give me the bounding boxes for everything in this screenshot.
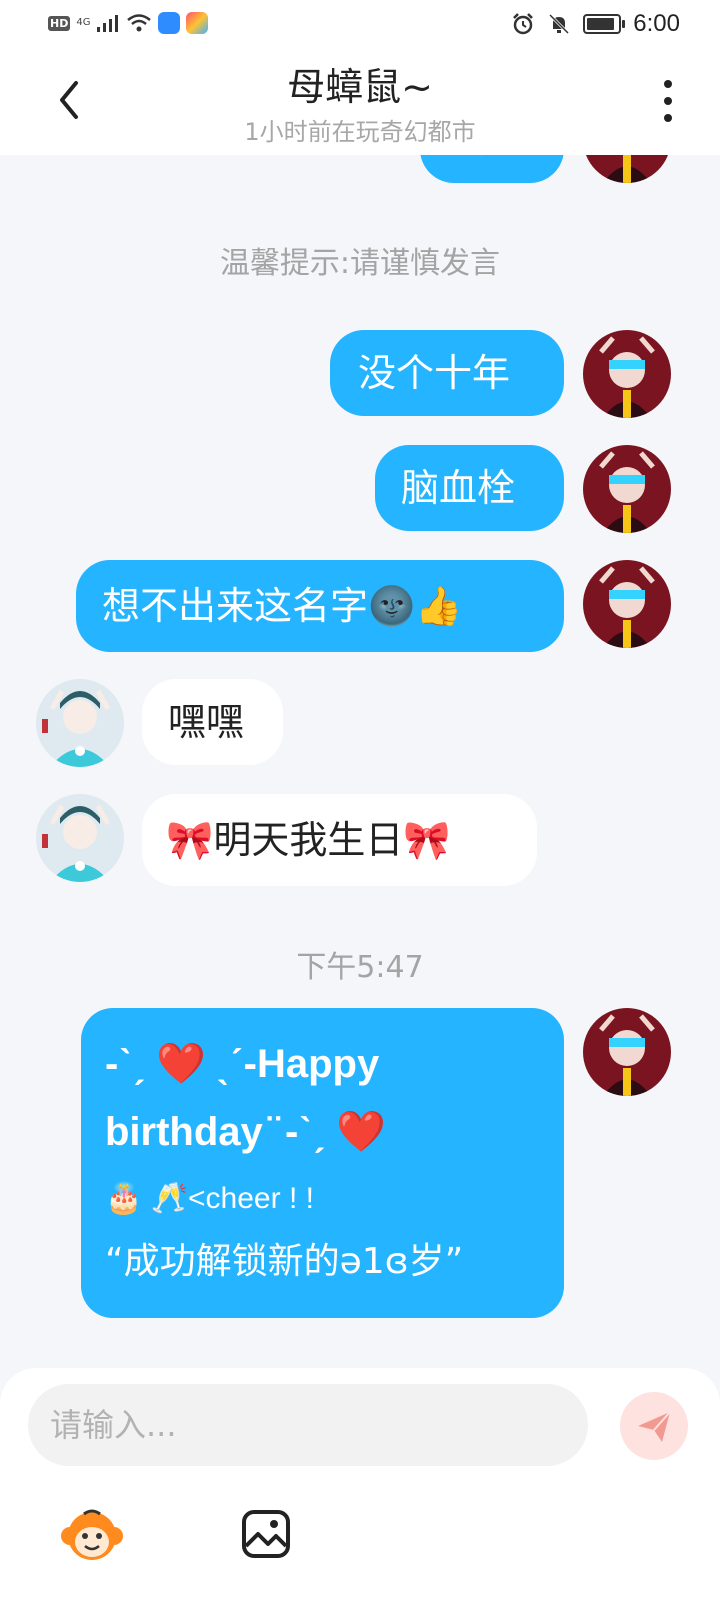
more-dot (664, 114, 672, 122)
my-avatar[interactable] (583, 445, 671, 533)
my-avatar[interactable] (583, 560, 671, 648)
message-bubble-incoming[interactable]: 🎀明天我生日🎀 (142, 794, 537, 886)
birthday-line-3: 🎂 🥂<cheer ! ! (105, 1182, 314, 1215)
avatar-image (36, 794, 124, 882)
my-avatar[interactable] (583, 1008, 671, 1096)
system-notice: 温馨提示:请谨慎发言 (219, 246, 501, 281)
message-bubble-outgoing[interactable]: 脑血栓 (375, 445, 564, 531)
image-button[interactable] (240, 1508, 296, 1564)
contact-avatar[interactable] (36, 794, 124, 882)
contact-avatar[interactable] (36, 679, 124, 767)
battery-icon (583, 14, 626, 34)
hd-indicator: HD (48, 15, 71, 31)
message-bubble-outgoing[interactable]: 没个十年 (330, 330, 564, 416)
avatar-image (583, 155, 671, 183)
message-bubble-partial[interactable]: 笑死 (420, 155, 564, 183)
status-right: 6:00 (511, 10, 680, 38)
image-icon (242, 1510, 290, 1558)
birthday-line-4: “成功解锁新的ə1ɞ岁” (105, 1241, 464, 1282)
network-type: 4G (76, 17, 91, 28)
birthday-line-1: -ˋˏ ❤️ ˎˊ-Happy (105, 1042, 380, 1086)
birthday-line-2: birthday ̈ -ˋˏ ❤️ (105, 1110, 386, 1154)
avatar-image (583, 445, 671, 533)
contact-status: 1小时前在玩奇幻都市 (244, 118, 476, 146)
message-bubble-outgoing[interactable]: 想不出来这名字🌚👍 (76, 560, 564, 652)
more-options-button[interactable] (658, 80, 678, 122)
clock: 6:00 (633, 10, 680, 37)
battery-level (587, 18, 615, 30)
avatar-image (36, 679, 124, 767)
avatar-image (583, 560, 671, 648)
wifi-icon (127, 14, 152, 32)
message-bubble-outgoing-birthday[interactable]: -ˋˏ ❤️ ˎˊ-Happy birthday ̈ -ˋˏ ❤️ 🎂 🥂<ch… (81, 1008, 564, 1318)
send-button[interactable] (620, 1392, 688, 1460)
signal-bars-icon (97, 15, 119, 32)
more-dot (664, 97, 672, 105)
message-timestamp: 下午5:47 (296, 950, 424, 985)
avatar-image (583, 330, 671, 418)
colorful-app-icon (186, 12, 209, 34)
status-bar: HD 4G 6:00 (0, 0, 720, 50)
emoji-button[interactable] (60, 1508, 123, 1564)
contact-name[interactable]: 母蟑鼠~ (0, 56, 720, 111)
monkey-emoji-icon (61, 1509, 123, 1560)
cloud-app-icon (158, 12, 181, 34)
my-avatar[interactable] (583, 330, 671, 418)
alarm-icon (513, 13, 534, 35)
more-dot (664, 80, 672, 88)
paper-plane-icon (638, 1411, 671, 1442)
chat-header: 母蟑鼠~ 1小时前在玩奇幻都市 (0, 50, 720, 155)
status-left: HD 4G (48, 12, 209, 34)
mute-bell-icon (549, 13, 570, 35)
my-avatar[interactable] (583, 155, 671, 183)
avatar-image (583, 1008, 671, 1096)
message-list[interactable]: 笑死 温馨提示:请谨慎发言 没个十年 脑血栓 想不出来这名字🌚👍 (0, 155, 720, 1365)
message-bubble-incoming[interactable]: 嘿嘿 (142, 679, 283, 765)
composer: 请输入... (0, 1368, 720, 1600)
message-input[interactable]: 请输入... (28, 1384, 588, 1466)
